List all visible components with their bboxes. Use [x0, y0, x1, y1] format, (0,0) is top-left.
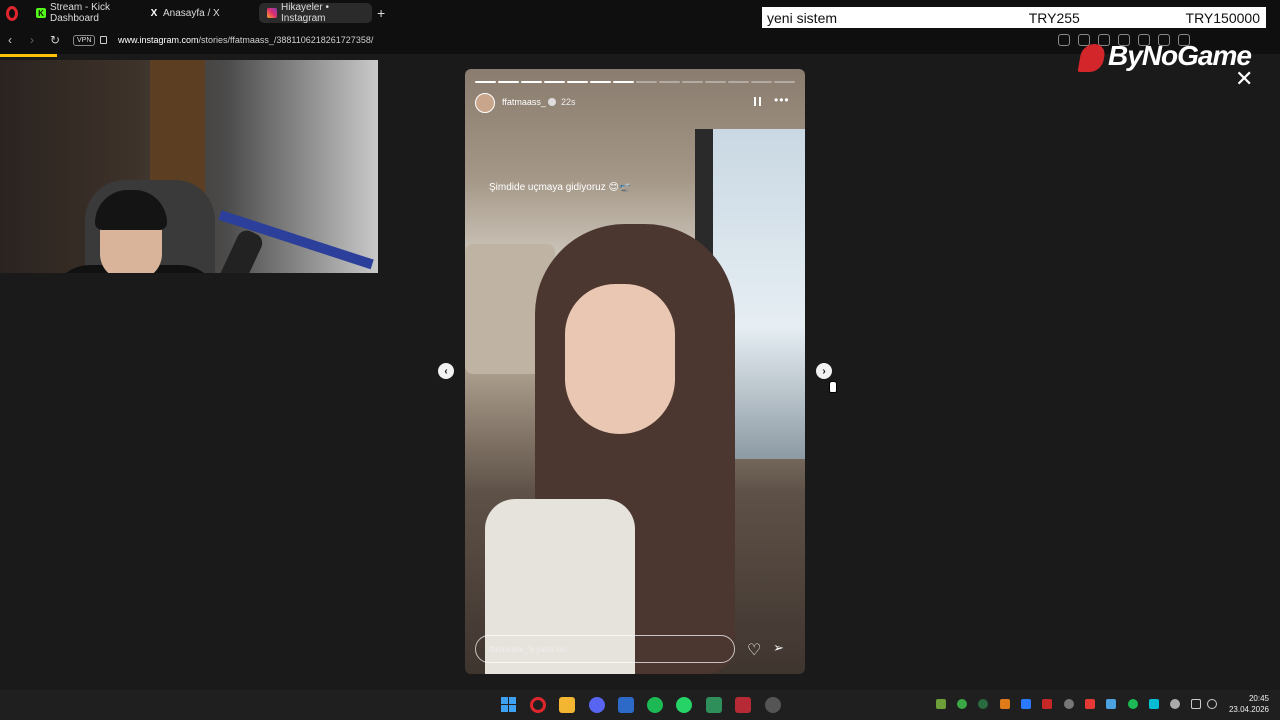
settings-icon[interactable]: [765, 697, 781, 713]
tray-app-icon[interactable]: [978, 699, 988, 709]
url-field[interactable]: www.instagram.com/stories/ffatmaass_/388…: [118, 35, 373, 45]
previous-story-button[interactable]: ‹: [438, 363, 454, 379]
tray-app-icon[interactable]: [1149, 699, 1159, 709]
whatsapp-icon[interactable]: [676, 697, 692, 713]
opera-taskbar-icon[interactable]: [530, 697, 546, 713]
banner-title: yeni sistem: [767, 9, 838, 26]
network-icon[interactable]: [1191, 699, 1201, 709]
story-progress-segment: [613, 81, 634, 83]
story-progress-segment: [544, 81, 565, 83]
opera-logo-icon[interactable]: [6, 6, 18, 21]
lock-icon[interactable]: [100, 36, 107, 44]
app-icon[interactable]: [618, 697, 634, 713]
brand-name: ByNoGame: [1108, 40, 1252, 71]
story-viewer[interactable]: ffatmaass_ 22s ••• Şimdide uçmaya gidiyo…: [465, 69, 805, 674]
story-progress-segment: [774, 81, 795, 83]
webcam-microphone: [216, 227, 266, 273]
tab-label: Hikayeler • Instagram: [281, 2, 329, 24]
send-icon[interactable]: ➢: [773, 640, 784, 656]
story-progress-segment: [636, 81, 657, 83]
tab-x-home[interactable]: X Anasayfa / X: [141, 3, 257, 23]
story-reply-input[interactable]: ffatmaass_'e yanıt ver...: [475, 635, 735, 663]
discord-icon[interactable]: [589, 697, 605, 713]
app-red-icon[interactable]: [735, 697, 751, 713]
story-time: 22s: [561, 97, 576, 107]
story-caption: Şimdide uçmaya gidiyoruz 😊🛫: [489, 182, 632, 193]
story-progress-segment: [521, 81, 542, 83]
edit-icon[interactable]: [1058, 34, 1070, 46]
verified-badge-icon: [548, 98, 556, 106]
tray-telegram-icon[interactable]: [1106, 699, 1116, 709]
clock-time: 20:45: [1248, 694, 1269, 703]
new-tab-button[interactable]: +: [377, 5, 385, 21]
tray-app-icon[interactable]: [957, 699, 967, 709]
webcam-overlay: [0, 60, 378, 273]
tray-nvidia-icon[interactable]: [936, 699, 946, 709]
story-progress-segment: [475, 81, 496, 83]
bynogame-mark-icon: [1077, 43, 1107, 72]
story-progress-segment: [751, 81, 772, 83]
url-domain: www.instagram.com: [118, 35, 199, 45]
banner-item-1: TRY255: [1028, 9, 1080, 26]
tray-app-icon[interactable]: [1042, 699, 1052, 709]
story-progress-segment: [682, 81, 703, 83]
tray-shield-icon[interactable]: [1021, 699, 1031, 709]
windows-start-icon[interactable]: [501, 697, 516, 712]
close-stories-button[interactable]: ✕: [1235, 68, 1253, 90]
clock-date: 23.04.2026: [1228, 705, 1269, 714]
tray-app-icon[interactable]: [1064, 699, 1074, 709]
url-path: /stories/ffatmaass_/3881106218261727358/: [198, 35, 374, 45]
story-progress-segment: [498, 81, 519, 83]
story-user-avatar[interactable]: [475, 93, 495, 113]
tab-label: Anasayfa / X: [163, 7, 220, 19]
volume-icon[interactable]: [1207, 699, 1217, 709]
bynogame-logo: ByNoGame: [1077, 40, 1252, 72]
story-username[interactable]: ffatmaass_: [502, 97, 546, 107]
microphone-icon[interactable]: [1170, 699, 1180, 709]
next-story-button[interactable]: ›: [816, 363, 832, 379]
mouse-pointer-icon: [829, 381, 837, 393]
spotify-icon[interactable]: [647, 697, 663, 713]
tray-record-icon[interactable]: [1085, 699, 1095, 709]
forward-button[interactable]: ›: [30, 33, 34, 47]
story-progress-bar: [475, 81, 795, 83]
file-explorer-icon[interactable]: [559, 697, 575, 713]
back-button[interactable]: ‹: [8, 33, 12, 47]
notepad-icon[interactable]: [706, 697, 722, 713]
story-progress-segment: [705, 81, 726, 83]
story-person-face: [565, 284, 675, 434]
like-heart-icon[interactable]: ♡: [747, 640, 761, 660]
story-progress-segment: [590, 81, 611, 83]
story-progress-segment: [659, 81, 680, 83]
tab-label: Stream - Kick Dashboard: [50, 2, 111, 24]
tab-instagram-stories[interactable]: Hikayeler • Instagram: [259, 2, 372, 24]
instagram-icon: [267, 8, 277, 18]
story-progress-segment: [567, 81, 588, 83]
more-options-icon[interactable]: •••: [774, 93, 790, 107]
windows-taskbar: 20:45 23.04.2026: [0, 690, 1280, 720]
tab-kick-dashboard[interactable]: K Stream - Kick Dashboard: [28, 2, 141, 24]
story-progress-segment: [728, 81, 749, 83]
reload-button[interactable]: ↻: [50, 33, 60, 47]
kick-icon: K: [36, 8, 46, 18]
tray-app-icon[interactable]: [1000, 699, 1010, 709]
taskbar-clock[interactable]: 20:45 23.04.2026: [1225, 693, 1269, 715]
x-icon: X: [149, 7, 159, 19]
vpn-badge[interactable]: VPN: [73, 35, 96, 46]
banner-item-2: TRY150000: [1185, 9, 1260, 26]
tray-spotify-icon[interactable]: [1128, 699, 1138, 709]
pause-icon[interactable]: [754, 97, 761, 106]
stream-overlay-banner: yeni sistem TRY255 TRY150000: [762, 7, 1266, 28]
